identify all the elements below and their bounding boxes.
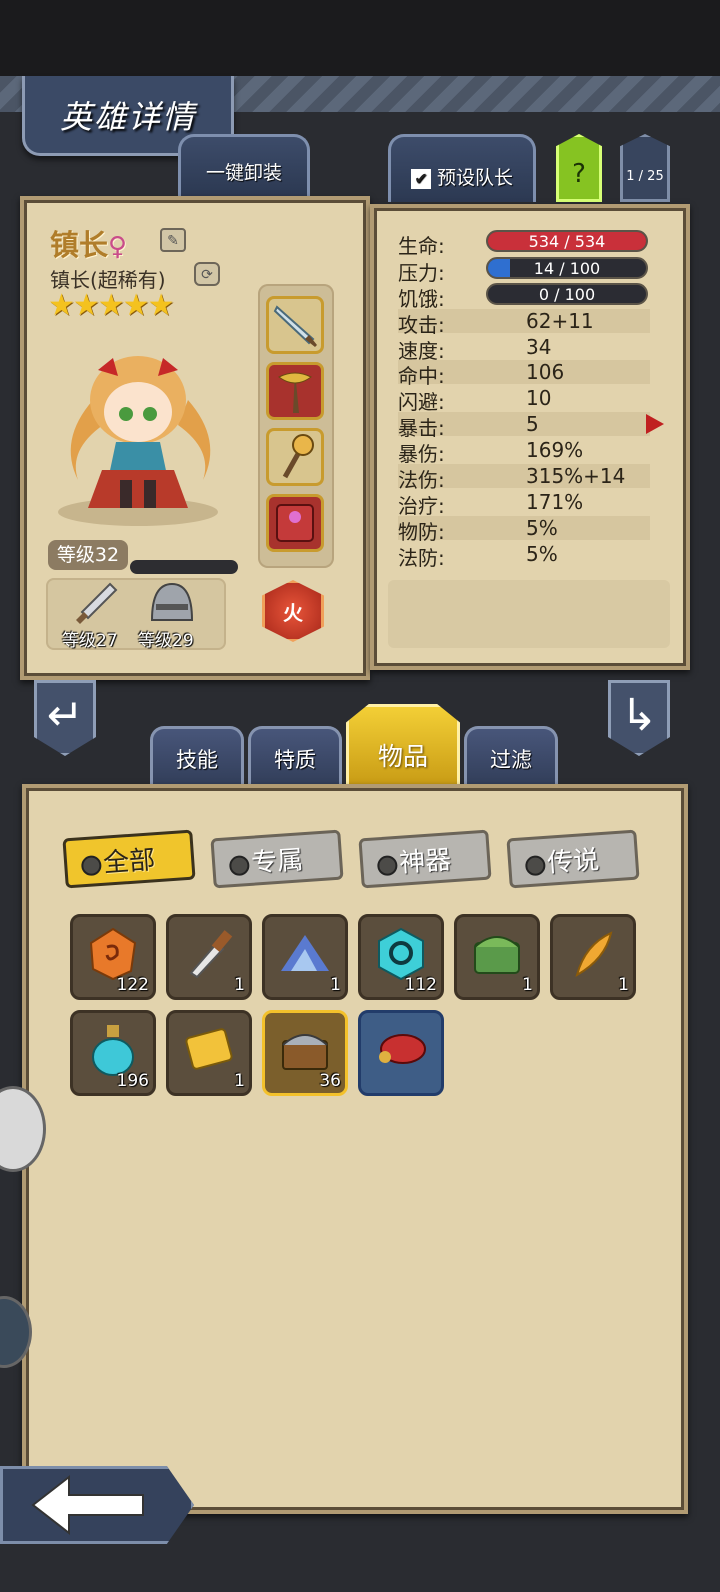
preset-leader-toggle[interactable]: ✔ 预设队长 (388, 134, 536, 202)
sword-icon (273, 305, 317, 347)
filter-artifact[interactable]: 神器 (358, 829, 492, 889)
filter-exclusive-label: 专属 (250, 845, 305, 879)
hero-portrait[interactable] (38, 330, 234, 530)
hp-bar: 534 / 534 (486, 230, 648, 252)
radio-icon (80, 854, 103, 877)
inventory-item[interactable]: 1 (262, 914, 348, 1000)
stat-row: 暴击: 5 (398, 412, 650, 440)
treasure-chest-icon (282, 1034, 328, 1070)
hero-page-indicator: 1 / 25 (620, 134, 670, 202)
inventory-item[interactable]: 1 (550, 914, 636, 1000)
filter-exclusive[interactable]: 专属 (210, 829, 344, 889)
next-hero-button[interactable]: ↳ (608, 680, 670, 756)
hero-name: 镇长♀ (50, 222, 127, 264)
inventory-item[interactable]: 36 (262, 1010, 348, 1096)
tab-items[interactable]: 物品 (346, 704, 460, 788)
red-scarf-icon (379, 1034, 426, 1064)
stat-row: 攻击: 62+11 (398, 309, 650, 337)
item-count: 1 (234, 1071, 245, 1091)
hero-stars: ★★★★★ (48, 288, 174, 323)
cyan-rune-icon (378, 927, 424, 981)
armor-level: 等级29 (138, 631, 194, 651)
stress-bar: 14 / 100 (486, 257, 648, 279)
stress-value: 14 / 100 (533, 259, 601, 278)
preset-leader-label: 预设队长 (437, 167, 514, 189)
filter-legend-label: 传说 (546, 845, 601, 879)
prev-hero-button[interactable]: ↵ (34, 680, 96, 756)
stat-row: 速度: 34 (398, 335, 552, 363)
female-icon: ♀ (108, 232, 128, 262)
radio-icon (376, 854, 399, 877)
radio-icon (228, 854, 251, 877)
inventory-item[interactable]: 1 (166, 914, 252, 1000)
checkbox-icon[interactable]: ✔ (410, 168, 431, 189)
tome-icon (276, 504, 314, 542)
hero-name-text: 镇长 (50, 228, 109, 262)
rune-stone-icon (89, 927, 137, 981)
xp-bar (130, 560, 238, 574)
inventory-item[interactable] (358, 1010, 444, 1096)
item-count: 1 (618, 975, 629, 995)
inventory-item[interactable]: 196 (70, 1010, 156, 1096)
inventory-item[interactable]: 1 (454, 914, 540, 1000)
expand-stats-arrow-icon[interactable] (646, 414, 664, 434)
stat-row: 治疗: 171% (398, 490, 584, 518)
sword-icon (76, 582, 118, 624)
back-button[interactable] (0, 1466, 194, 1544)
stat-row: 法防: 5% (398, 542, 558, 570)
hunger-bar: 0 / 100 (486, 283, 648, 305)
weapon-level: 等级27 (62, 631, 118, 651)
item-count: 1 (522, 975, 533, 995)
tab-traits[interactable]: 特质 (248, 726, 342, 788)
radio-icon (524, 854, 547, 877)
item-count: 122 (116, 975, 149, 995)
stat-row: 法伤: 315%+14 (398, 464, 650, 492)
potion-icon (92, 1025, 134, 1076)
filter-all[interactable]: 全部 (62, 829, 196, 889)
prev-arrow-icon: ↵ (46, 690, 84, 741)
staff-icon (282, 434, 314, 479)
offhand-slot[interactable] (266, 362, 324, 420)
tab-skills[interactable]: 技能 (150, 726, 244, 788)
inventory-item[interactable]: 112 (358, 914, 444, 1000)
filter-all-label: 全部 (102, 845, 157, 879)
crystal-pile-icon (281, 935, 329, 971)
next-arrow-icon: ↳ (620, 690, 658, 741)
stat-row: 闪避: 10 (398, 386, 552, 414)
item-count: 1 (330, 975, 341, 995)
inventory-item[interactable]: 122 (70, 914, 156, 1000)
hp-value: 534 / 534 (528, 232, 606, 251)
unequip-all-button[interactable]: 一键卸装 (178, 134, 310, 196)
item-count: 1 (234, 975, 245, 995)
knife-icon (189, 930, 233, 979)
helmet-icon (150, 582, 194, 621)
rename-icon[interactable]: ✎ (160, 228, 186, 252)
hero-level: 等级32 (48, 540, 128, 570)
inventory-item[interactable]: 1 (166, 1010, 252, 1096)
stat-row: 暴伤: 169% (398, 438, 584, 466)
accessory-slot[interactable] (266, 428, 324, 486)
stat-row: 命中: 106 (398, 360, 650, 388)
weapon-slot[interactable] (266, 296, 324, 354)
filter-artifact-label: 神器 (398, 845, 453, 879)
stats-notes-area (388, 580, 670, 648)
tab-filter[interactable]: 过滤 (464, 726, 558, 788)
item-count: 112 (404, 975, 437, 995)
back-arrow-icon (31, 1474, 144, 1536)
hunger-value: 0 / 100 (538, 285, 596, 304)
item-count: 196 (116, 1071, 149, 1091)
status-bar-area (0, 0, 720, 76)
inventory-panel (22, 784, 688, 1514)
swap-class-icon[interactable]: ⟳ (194, 262, 220, 286)
page-title: 英雄详情 (59, 98, 196, 136)
golden-feather-icon (575, 931, 613, 978)
ticket-icon (185, 1028, 233, 1070)
item-count: 36 (319, 1071, 341, 1091)
filter-legend[interactable]: 传说 (506, 829, 640, 889)
green-chest-icon (474, 936, 520, 974)
axe-icon (278, 371, 312, 413)
trinket-slot[interactable] (266, 494, 324, 552)
help-button[interactable]: ? (556, 134, 602, 202)
stat-row: 物防: 5% (398, 516, 650, 544)
